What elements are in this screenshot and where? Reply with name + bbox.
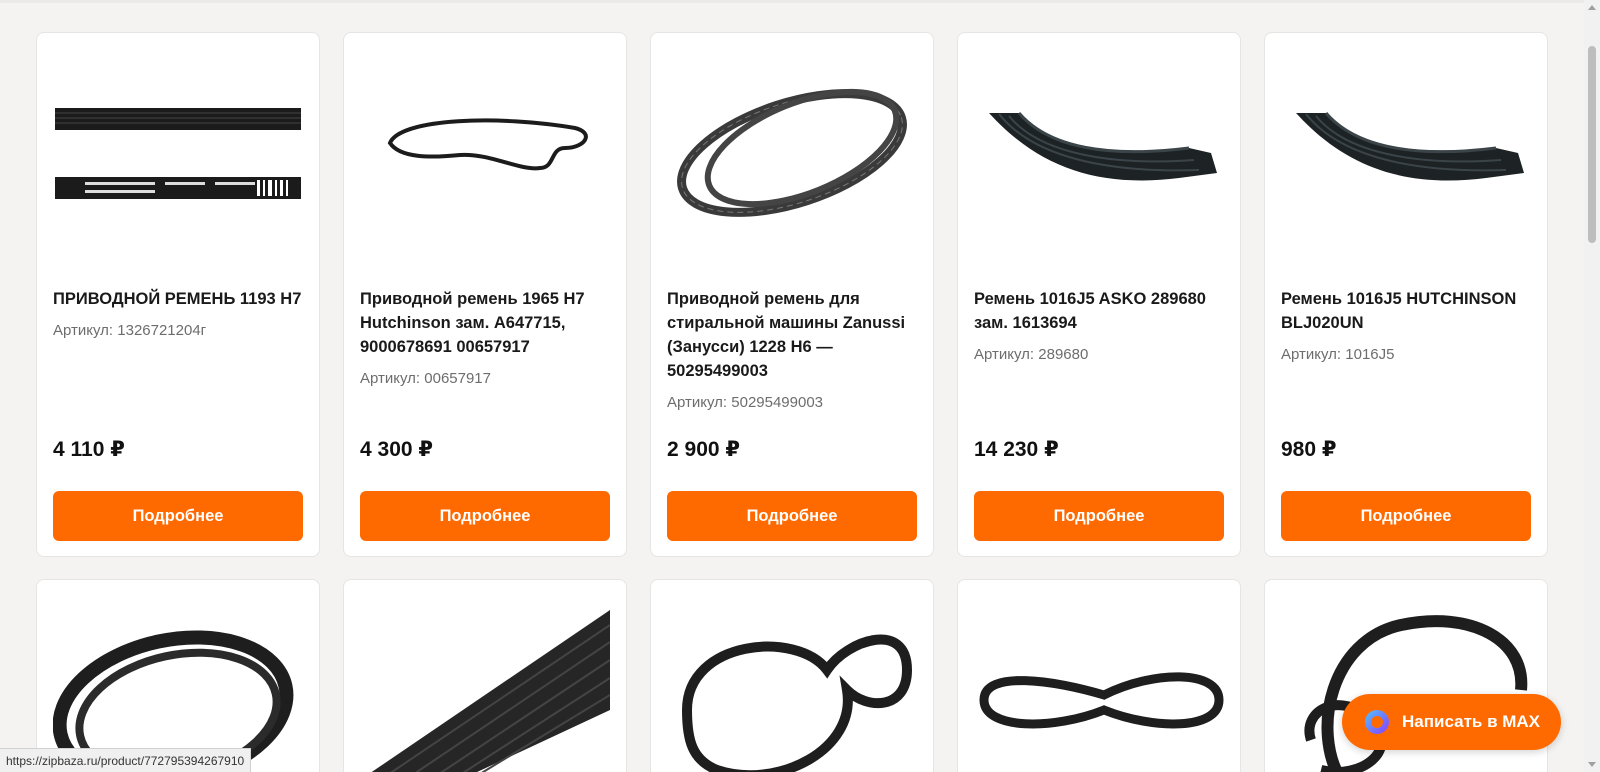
details-button[interactable]: Подробнее — [1281, 491, 1531, 541]
product-grid: ПРИВОДНОЙ РЕМЕНЬ 1193 H7 Артикул: 132672… — [36, 32, 1548, 557]
scroll-thumb[interactable] — [1588, 46, 1596, 243]
product-card[interactable] — [343, 579, 627, 772]
product-image[interactable] — [974, 580, 1224, 772]
belt-loop-icon — [677, 88, 907, 217]
belt-segment-icon — [1296, 112, 1524, 181]
product-title[interactable]: Приводной ремень 1965 H7 Hutchinson зам.… — [360, 287, 610, 359]
write-in-max-button[interactable]: Написать в MAX — [1342, 694, 1561, 750]
scroll-down-arrow-icon[interactable] — [1588, 762, 1596, 767]
max-logo-icon — [1365, 710, 1389, 734]
details-button[interactable]: Подробнее — [53, 491, 303, 541]
details-button[interactable]: Подробнее — [974, 491, 1224, 541]
chat-button-label: Написать в MAX — [1402, 712, 1541, 731]
product-card[interactable] — [650, 579, 934, 772]
product-grid-row-2 — [36, 579, 1548, 772]
belt-loop-icon — [681, 634, 913, 772]
product-card[interactable]: Приводной ремень для стиральной машины Z… — [650, 32, 934, 557]
product-image[interactable] — [974, 33, 1224, 273]
product-price: 2 900 ₽ — [667, 438, 740, 461]
scroll-up-arrow-icon[interactable] — [1588, 5, 1596, 10]
product-title[interactable]: Ремень 1016J5 HUTCHINSON BLJ020UN — [1281, 287, 1531, 335]
belt-strip-icon — [55, 108, 301, 199]
status-bar-url: https://zipbaza.ru/product/7727953942679… — [0, 748, 252, 772]
product-image[interactable] — [667, 33, 917, 273]
product-sku: Артикул: 00657917 — [360, 370, 491, 387]
product-price: 14 230 ₽ — [974, 438, 1059, 461]
product-price: 4 300 ₽ — [360, 438, 433, 461]
product-image[interactable] — [360, 580, 610, 772]
product-sku: Артикул: 50295499003 — [667, 394, 824, 411]
product-card[interactable]: Ремень 1016J5 ASKO 289680 зам. 1613694 А… — [957, 32, 1241, 557]
product-price: 980 ₽ — [1281, 438, 1337, 461]
product-card[interactable]: Ремень 1016J5 HUTCHINSON BLJ020UN Артику… — [1264, 32, 1548, 557]
product-sku: Артикул: 289680 — [974, 346, 1089, 363]
product-price: 4 110 ₽ — [53, 438, 125, 461]
belt-loop-icon — [387, 118, 588, 171]
product-card[interactable]: ПРИВОДНОЙ РЕМЕНЬ 1193 H7 Артикул: 132672… — [36, 32, 320, 557]
product-image[interactable] — [53, 33, 303, 273]
product-image[interactable] — [667, 580, 917, 772]
product-title[interactable]: Ремень 1016J5 ASKO 289680 зам. 1613694 — [974, 287, 1224, 335]
belt-loop-icon — [979, 672, 1224, 729]
details-button[interactable]: Подробнее — [667, 491, 917, 541]
product-image[interactable] — [53, 580, 303, 772]
belt-segment-icon — [989, 112, 1217, 181]
belt-ribbed-icon — [371, 610, 610, 772]
top-divider — [0, 0, 1584, 3]
product-card[interactable] — [36, 579, 320, 772]
product-sku: Артикул: 1326721204г — [53, 322, 207, 339]
product-card[interactable] — [957, 579, 1241, 772]
vertical-scrollbar[interactable] — [1584, 0, 1600, 772]
product-card[interactable]: Приводной ремень 1965 H7 Hutchinson зам.… — [343, 32, 627, 557]
product-image[interactable] — [360, 33, 610, 273]
belt-coil-icon — [53, 630, 294, 772]
product-sku: Артикул: 1016J5 — [1281, 346, 1395, 363]
details-button[interactable]: Подробнее — [360, 491, 610, 541]
product-title[interactable]: ПРИВОДНОЙ РЕМЕНЬ 1193 H7 — [53, 287, 303, 311]
product-title[interactable]: Приводной ремень для стиральной машины Z… — [667, 287, 917, 383]
product-image[interactable] — [1281, 33, 1531, 273]
